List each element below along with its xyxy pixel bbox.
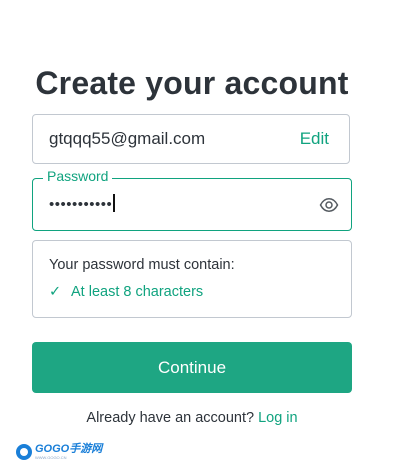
edit-email-link[interactable]: Edit: [300, 129, 329, 149]
login-prompt: Already have an account? Log in: [0, 410, 384, 426]
check-icon: ✓: [49, 284, 62, 300]
password-requirements: Your password must contain: ✓ At least 8 …: [32, 240, 352, 318]
login-link[interactable]: Log in: [258, 410, 298, 426]
watermark-text: GOGO手游网: [35, 443, 103, 455]
email-value: gtqqq55@gmail.com: [49, 129, 206, 148]
email-field[interactable]: gtqqq55@gmail.com Edit: [32, 114, 350, 164]
password-input[interactable]: •••••••••••: [49, 194, 115, 213]
login-prompt-text: Already have an account?: [86, 410, 255, 426]
watermark-subtext: WWW.GOGO.CN: [35, 455, 67, 460]
password-label: Password: [43, 168, 113, 184]
page-title: Create your account: [35, 65, 349, 102]
requirement-label: At least 8 characters: [71, 284, 204, 300]
watermark-badge-icon: [16, 444, 32, 460]
password-field[interactable]: Password •••••••••••: [32, 168, 352, 231]
password-masked-value: •••••••••••: [49, 196, 113, 213]
eye-icon[interactable]: [319, 195, 339, 215]
requirements-title: Your password must contain:: [49, 257, 235, 273]
text-cursor: [113, 194, 115, 212]
requirement-item: ✓ At least 8 characters: [49, 284, 203, 300]
watermark-logo: GOGO手游网 WWW.GOGO.CN: [16, 442, 102, 462]
continue-button[interactable]: Continue: [32, 342, 352, 393]
